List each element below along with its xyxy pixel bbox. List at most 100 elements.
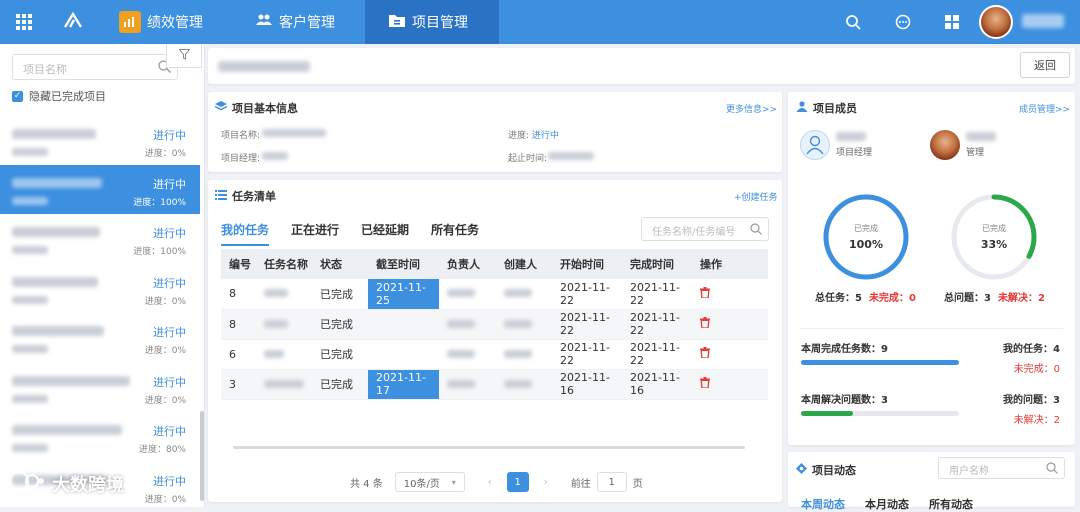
table-row[interactable]: 8 已完成 2021-11-22 2021-11-22 bbox=[221, 309, 768, 340]
week-done-value: 9 bbox=[881, 344, 888, 355]
cell-id: 8 bbox=[221, 309, 256, 340]
goto-page-input[interactable]: 1 bbox=[596, 472, 627, 492]
filter-button[interactable] bbox=[166, 44, 202, 68]
my-unfinished-value: 0 bbox=[1053, 364, 1060, 375]
project-item[interactable]: 进行中 进度：0% bbox=[0, 363, 200, 412]
task-list-title: 任务清单 bbox=[215, 188, 276, 204]
project-meta-blurred bbox=[12, 444, 48, 452]
table-row[interactable]: 6 已完成 2021-11-22 2021-11-22 bbox=[221, 339, 768, 370]
project-item[interactable]: 进行中 进度：0% bbox=[0, 116, 200, 165]
avatar[interactable] bbox=[979, 5, 1013, 39]
watermark-logo-icon bbox=[8, 470, 46, 497]
issue-ring-value: 33% bbox=[980, 238, 1008, 251]
table-row[interactable]: 8 已完成 2021-11-25 2021-11-22 2021-11-22 bbox=[221, 279, 768, 310]
username-blurred[interactable] bbox=[1022, 14, 1064, 28]
task-name-blurred bbox=[264, 289, 288, 298]
manage-members-link[interactable]: 成员管理>> bbox=[1019, 102, 1070, 115]
project-item[interactable]: 进行中 进度：0% bbox=[0, 313, 200, 362]
tab-all-tasks[interactable]: 所有任务 bbox=[431, 221, 479, 246]
member-role: 管理 bbox=[966, 148, 985, 158]
member-item[interactable]: 管理 bbox=[930, 130, 996, 160]
tab-in-progress[interactable]: 正在进行 bbox=[291, 221, 339, 246]
member-name-blurred bbox=[966, 132, 996, 141]
apps-grid-icon[interactable] bbox=[10, 0, 38, 44]
windows-icon[interactable] bbox=[939, 0, 965, 44]
prev-page-button[interactable]: ‹ bbox=[478, 472, 501, 492]
search-icon[interactable] bbox=[1046, 462, 1058, 477]
delete-icon[interactable] bbox=[700, 317, 710, 331]
table-header-row: 编号 任务名称 状态 截至时间 负责人 创建人 开始时间 完成时间 操作 bbox=[221, 249, 768, 279]
task-search-input[interactable]: 任务名称/任务编号 bbox=[641, 217, 769, 241]
next-page-button[interactable]: › bbox=[534, 472, 557, 492]
project-meta-blurred bbox=[12, 296, 48, 304]
progress-value: 进行中 bbox=[531, 131, 559, 141]
my-unfinished-stat: 未完成：0 bbox=[1014, 360, 1060, 375]
divider bbox=[800, 328, 1063, 329]
nav-customers[interactable]: 客户管理 bbox=[240, 0, 350, 44]
watermark: 大数跨境 bbox=[8, 470, 124, 497]
cell-id: 8 bbox=[221, 279, 256, 310]
logo-icon[interactable] bbox=[58, 0, 88, 44]
hide-completed-checkbox[interactable]: ✓ 隐藏已完成项目 bbox=[12, 88, 106, 104]
cell-actions bbox=[692, 369, 768, 400]
current-page-button[interactable]: 1 bbox=[506, 472, 529, 492]
issue-completion-ring bbox=[951, 194, 1037, 280]
message-icon[interactable] bbox=[890, 0, 916, 44]
cell-deadline bbox=[368, 339, 439, 370]
project-item[interactable]: 进行中 进度：80% bbox=[0, 412, 200, 461]
cell-finish-time: 2021-11-22 bbox=[622, 279, 692, 310]
table-horizontal-scrollbar[interactable] bbox=[233, 446, 745, 449]
default-avatar-icon bbox=[800, 130, 830, 160]
delete-icon[interactable] bbox=[700, 377, 710, 391]
owner-blurred bbox=[447, 289, 475, 298]
nav-projects[interactable]: 项目管理 bbox=[365, 0, 499, 44]
project-name-blurred bbox=[12, 326, 104, 336]
col-start-time: 开始时间 bbox=[552, 249, 622, 279]
nav-performance[interactable]: 绩效管理 bbox=[112, 0, 212, 44]
cell-status: 已完成 bbox=[312, 309, 368, 340]
tab-my-tasks[interactable]: 我的任务 bbox=[221, 221, 270, 246]
search-icon[interactable] bbox=[750, 223, 762, 238]
create-task-link[interactable]: +创建任务 bbox=[734, 190, 778, 203]
delete-icon[interactable] bbox=[700, 286, 710, 301]
goto-label: 前往 bbox=[570, 478, 591, 490]
cell-status: 已完成 bbox=[312, 339, 368, 370]
my-tasks-label: 我的任务： bbox=[1003, 344, 1054, 355]
page-unit-label: 页 bbox=[632, 478, 643, 490]
owner-blurred bbox=[447, 319, 475, 328]
nav-customers-label: 客户管理 bbox=[279, 15, 335, 31]
cell-task-name bbox=[256, 369, 312, 400]
project-item-selected[interactable]: 进行中 进度：100% bbox=[0, 165, 200, 214]
tab-delayed[interactable]: 已经延期 bbox=[361, 221, 409, 246]
table-row[interactable]: 3 已完成 2021-11-17 2021-11-16 2021-11-16 bbox=[221, 369, 768, 400]
tab-this-month[interactable]: 本月动态 bbox=[865, 496, 909, 512]
my-unresolved-value: 2 bbox=[1053, 415, 1060, 426]
project-item[interactable]: 进行中 进度：0% bbox=[0, 264, 200, 313]
cell-creator bbox=[496, 279, 552, 310]
cell-id: 6 bbox=[221, 339, 256, 370]
project-meta-blurred bbox=[12, 197, 48, 205]
owner-blurred bbox=[447, 349, 475, 358]
activity-search-input[interactable]: 用户名称 bbox=[938, 457, 1065, 479]
week-solved-value: 3 bbox=[881, 395, 888, 406]
cell-status: 已完成 bbox=[312, 369, 368, 400]
delete-icon[interactable] bbox=[700, 347, 710, 361]
search-icon[interactable] bbox=[840, 0, 866, 44]
total-tasks-stat: 总任务：5 未完成：0 bbox=[815, 289, 916, 304]
project-search-input[interactable]: 项目名称 bbox=[12, 54, 178, 80]
checkbox-checked-icon[interactable]: ✓ bbox=[12, 90, 23, 102]
page-size-select[interactable]: 10条/页 ▾ bbox=[394, 472, 465, 492]
project-status: 进行中 bbox=[153, 178, 186, 191]
progress-label: 进度: bbox=[508, 131, 530, 141]
back-button[interactable]: 返回 bbox=[1020, 52, 1070, 78]
col-task-name: 任务名称 bbox=[256, 249, 312, 279]
member-item[interactable]: 项目经理 bbox=[800, 130, 872, 160]
tab-all-activity[interactable]: 所有动态 bbox=[929, 496, 973, 512]
period-value-blurred bbox=[548, 152, 594, 160]
cell-task-name bbox=[256, 309, 312, 340]
week-done-bar-fill bbox=[801, 360, 959, 365]
tab-this-week[interactable]: 本周动态 bbox=[801, 496, 845, 512]
more-info-link[interactable]: 更多信息>> bbox=[726, 102, 777, 115]
sidebar-scrollbar[interactable] bbox=[200, 411, 204, 501]
project-item[interactable]: 进行中 进度：100% bbox=[0, 214, 200, 263]
